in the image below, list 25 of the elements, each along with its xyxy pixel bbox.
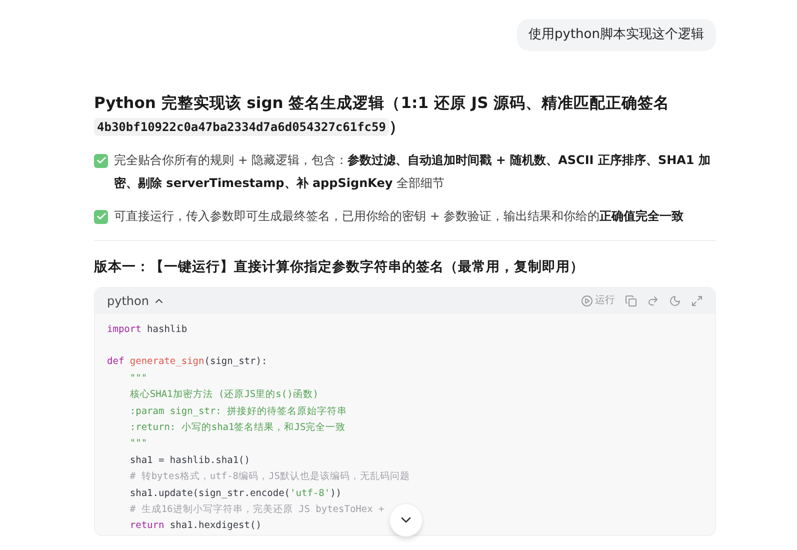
code-line: import hashlib <box>107 322 188 336</box>
code-line: def generate_sign(sign_str): <box>107 355 268 370</box>
code-line: # 生成16进制小写字符串，完美还原 JS bytesToHex + <box>128 502 384 517</box>
code-line: return sha1.hexdigest() <box>128 519 262 534</box>
code-line: """ <box>128 372 148 386</box>
code-line: # 转bytes格式，utf-8编码，JS默认也是该编码，无乱码问题 <box>128 470 410 484</box>
bullet-text: 完全贴合你所有的规则 + 隐藏逻辑，包含：参数过滤、自动追加时间戳 + 随机数、ASCII 正序排序、SHA1 加密、剔除 serverTimestamp、补 appSignKey 全部细节 <box>114 152 712 192</box>
code-line: """ <box>128 437 148 452</box>
code-line: sha1 = hashlib.sha1() <box>128 454 250 468</box>
redo-icon[interactable] <box>647 294 659 306</box>
title-paren: ） <box>388 116 405 138</box>
bullet-text: 可直接运行，传入参数即可生成最终签名，已用你给的密钥 + 参数验证，输出结果和你给的正确值完全一致 <box>114 208 684 224</box>
section-heading: 版本一：【一键运行】直接计算你指定参数字符串的签名（最常用，复制即用） <box>94 258 585 276</box>
copy-icon[interactable] <box>625 294 637 306</box>
language-toggle[interactable]: python <box>107 292 165 310</box>
code-line: :return: 小写的sha1签名结果，和JS完全一致 <box>128 420 346 435</box>
expand-icon[interactable] <box>691 294 703 306</box>
user-message: 使用python脚本实现这个逻辑 <box>516 19 716 50</box>
code-line: 核心SHA1加密方法 (还原JS里的s()函数) <box>128 388 319 402</box>
code-line: :param sign_str: 拼接好的待签名原始字符串 <box>128 404 348 419</box>
moon-icon[interactable] <box>669 294 681 306</box>
play-icon <box>581 294 593 306</box>
code-line: sha1.update(sign_str.encode('utf-8')) <box>128 486 342 501</box>
answer-title: Python 完整实现该 sign 签名生成逻辑（1:1 还原 JS 源码、精准匹配正确签名 <box>94 94 670 112</box>
signature-code: 4b30bf10922c0a47ba2334d7a6d054327c61fc59 <box>94 118 389 136</box>
